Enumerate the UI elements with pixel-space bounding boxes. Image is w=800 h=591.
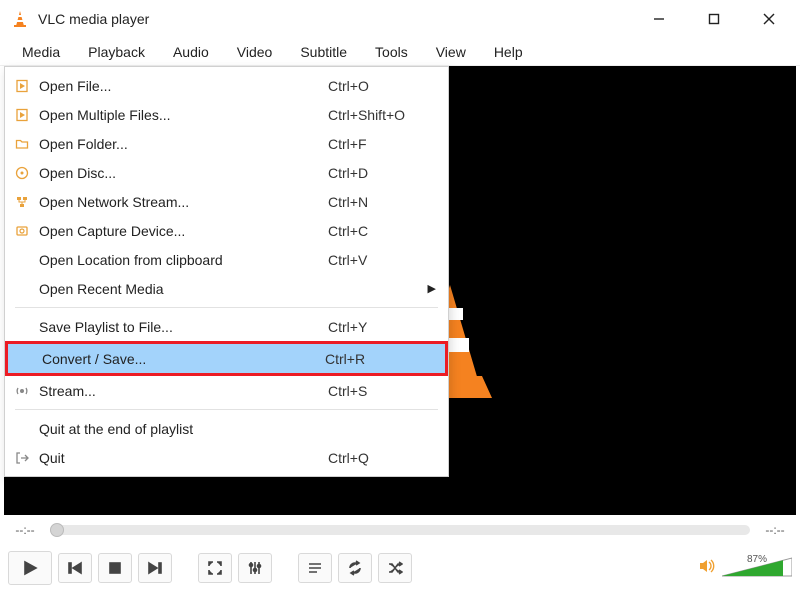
menubar: Media Playback Audio Video Subtitle Tool…: [0, 38, 800, 66]
volume-percent: 87%: [747, 554, 767, 565]
menu-item-shortcut: Ctrl+R: [325, 351, 445, 367]
menu-item-label: Open Location from clipboard: [39, 252, 328, 268]
menu-help[interactable]: Help: [480, 41, 537, 63]
menu-tools[interactable]: Tools: [361, 41, 422, 63]
playback-controls: --:-- --:-- 87%: [0, 515, 800, 591]
network-icon: [5, 195, 39, 209]
window-title: VLC media player: [38, 11, 631, 27]
menu-item-shortcut: Ctrl+D: [328, 165, 448, 181]
time-total[interactable]: --:--: [758, 523, 792, 537]
menu-playback[interactable]: Playback: [74, 41, 159, 63]
disc-icon: [5, 166, 39, 180]
menu-item-label: Open Capture Device...: [39, 223, 328, 239]
next-button[interactable]: [138, 553, 172, 583]
menu-open-capture-device[interactable]: Open Capture Device... Ctrl+C: [5, 216, 448, 245]
menu-item-shortcut: Ctrl+C: [328, 223, 448, 239]
menu-item-label: Quit: [39, 450, 328, 466]
folder-icon: [5, 137, 39, 151]
menu-item-label: Open Recent Media: [39, 281, 328, 297]
submenu-arrow-icon: ▶: [428, 282, 436, 295]
capture-icon: [5, 224, 39, 238]
menu-item-shortcut: Ctrl+S: [328, 383, 448, 399]
menu-separator: [15, 409, 438, 410]
menu-open-disc[interactable]: Open Disc... Ctrl+D: [5, 158, 448, 187]
menu-item-label: Open Disc...: [39, 165, 328, 181]
close-button[interactable]: [741, 0, 796, 38]
menu-open-multiple-files[interactable]: Open Multiple Files... Ctrl+Shift+O: [5, 100, 448, 129]
menu-item-shortcut: Ctrl+V: [328, 252, 448, 268]
menu-item-label: Open Multiple Files...: [39, 107, 328, 123]
highlight-annotation: Convert / Save... Ctrl+R: [5, 341, 448, 376]
quit-icon: [5, 451, 39, 465]
menu-item-label: Save Playlist to File...: [39, 319, 328, 335]
titlebar: VLC media player: [0, 0, 800, 38]
file-icon: [5, 79, 39, 93]
stream-icon: [5, 384, 39, 398]
minimize-button[interactable]: [631, 0, 686, 38]
menu-audio[interactable]: Audio: [159, 41, 223, 63]
time-current[interactable]: --:--: [8, 523, 42, 537]
maximize-button[interactable]: [686, 0, 741, 38]
shuffle-button[interactable]: [378, 553, 412, 583]
menu-item-label: Quit at the end of playlist: [39, 421, 328, 437]
menu-quit-end-playlist[interactable]: Quit at the end of playlist: [5, 414, 448, 443]
menu-save-playlist[interactable]: Save Playlist to File... Ctrl+Y: [5, 312, 448, 341]
menu-stream[interactable]: Stream... Ctrl+S: [5, 376, 448, 405]
loop-button[interactable]: [338, 553, 372, 583]
menu-item-label: Open File...: [39, 78, 328, 94]
menu-item-label: Open Folder...: [39, 136, 328, 152]
menu-item-shortcut: Ctrl+Y: [328, 319, 448, 335]
menu-open-folder[interactable]: Open Folder... Ctrl+F: [5, 129, 448, 158]
menu-subtitle[interactable]: Subtitle: [286, 41, 361, 63]
menu-item-shortcut: Ctrl+N: [328, 194, 448, 210]
previous-button[interactable]: [58, 553, 92, 583]
media-menu-dropdown: Open File... Ctrl+O Open Multiple Files.…: [4, 66, 449, 477]
playlist-button[interactable]: [298, 553, 332, 583]
menu-open-file[interactable]: Open File... Ctrl+O: [5, 71, 448, 100]
menu-open-location-clipboard[interactable]: Open Location from clipboard Ctrl+V: [5, 245, 448, 274]
menu-item-label: Convert / Save...: [42, 351, 325, 367]
volume-slider[interactable]: 87%: [722, 556, 792, 580]
menu-item-label: Stream...: [39, 383, 328, 399]
stop-button[interactable]: [98, 553, 132, 583]
menu-quit[interactable]: Quit Ctrl+Q: [5, 443, 448, 472]
menu-item-shortcut: Ctrl+F: [328, 136, 448, 152]
play-button[interactable]: [8, 551, 52, 585]
vlc-cone-icon: [10, 9, 30, 29]
menu-open-network-stream[interactable]: Open Network Stream... Ctrl+N: [5, 187, 448, 216]
fullscreen-button[interactable]: [198, 553, 232, 583]
menu-video[interactable]: Video: [223, 41, 287, 63]
menu-convert-save[interactable]: Convert / Save... Ctrl+R: [8, 344, 445, 373]
menu-separator: [15, 307, 438, 308]
menu-view[interactable]: View: [422, 41, 480, 63]
menu-media[interactable]: Media: [8, 41, 74, 63]
menu-item-shortcut: Ctrl+Q: [328, 450, 448, 466]
seek-slider[interactable]: [50, 525, 750, 535]
menu-item-shortcut: Ctrl+O: [328, 78, 448, 94]
extended-settings-button[interactable]: [238, 553, 272, 583]
file-icon: [5, 108, 39, 122]
menu-open-recent-media[interactable]: Open Recent Media ▶: [5, 274, 448, 303]
speaker-icon[interactable]: [698, 557, 716, 580]
menu-item-label: Open Network Stream...: [39, 194, 328, 210]
menu-item-shortcut: Ctrl+Shift+O: [328, 107, 448, 123]
